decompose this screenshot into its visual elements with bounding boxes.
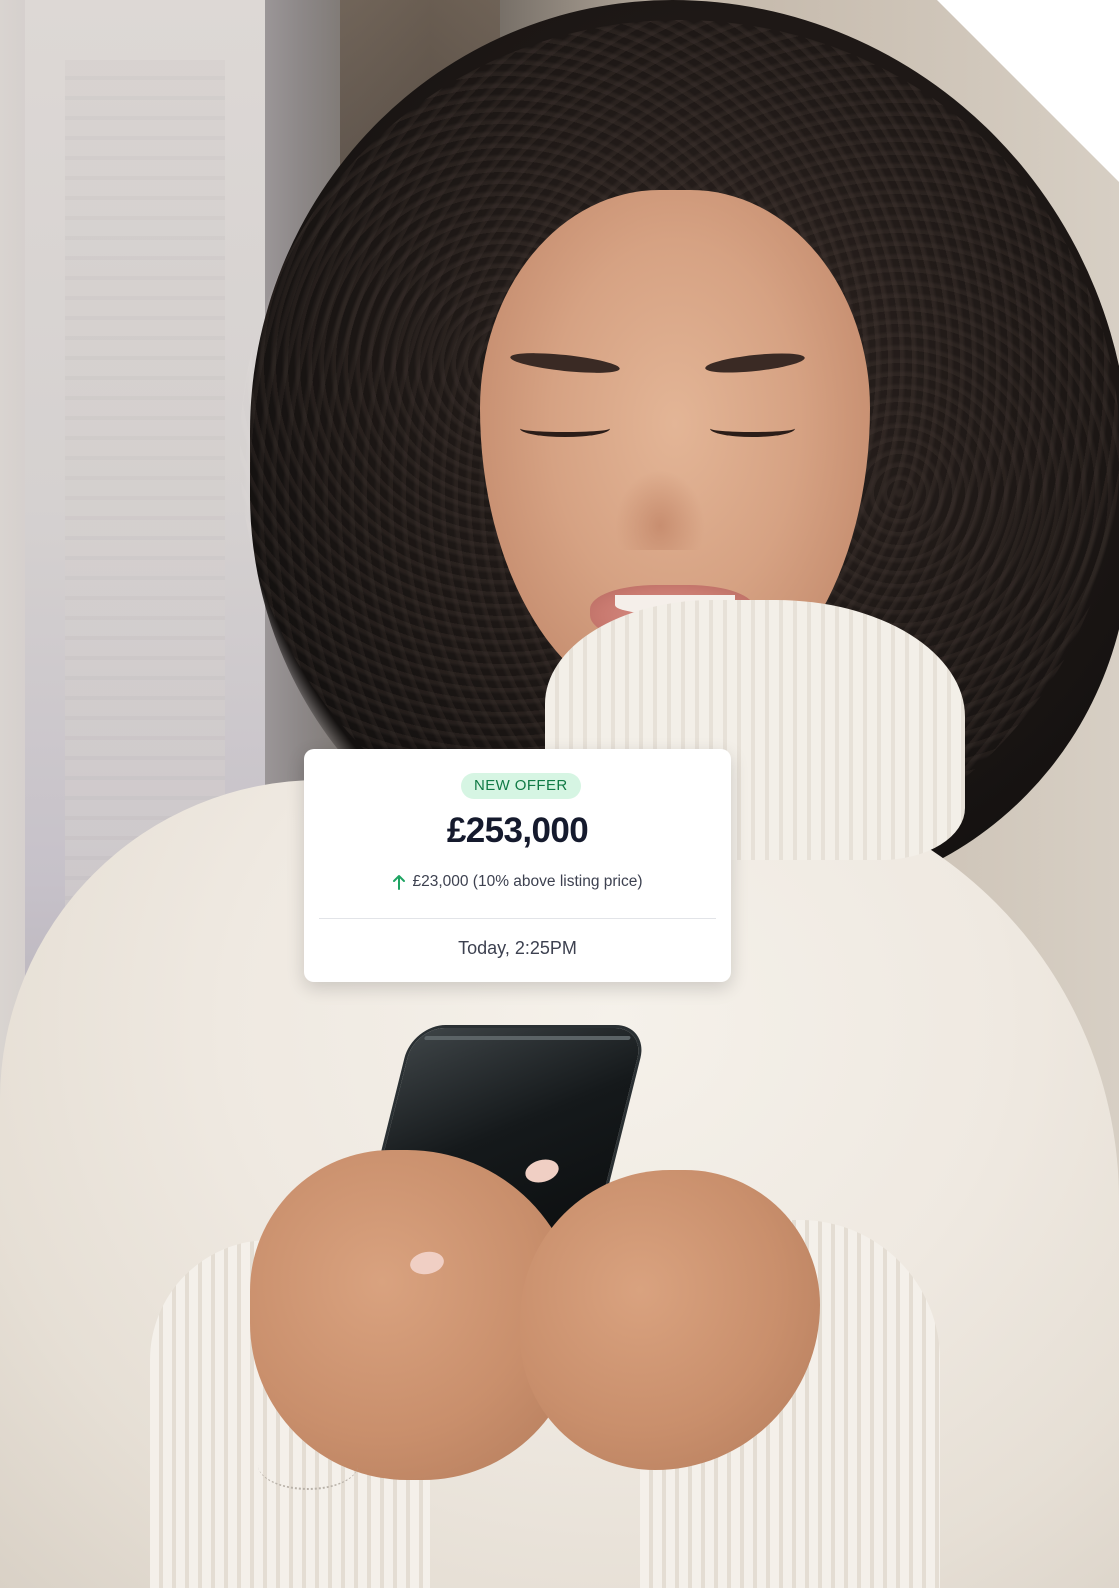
card-divider: [319, 918, 716, 919]
arrow-up-icon: [393, 875, 406, 890]
offer-amount: £253,000: [446, 811, 589, 850]
left-eye: [520, 420, 610, 437]
offer-delta-text: £23,000 (10% above listing price): [412, 873, 643, 890]
offer-card: NEW OFFER £253,000 £23,000 (10% above li…: [304, 749, 731, 982]
offer-delta-row: £23,000 (10% above listing price): [304, 871, 731, 893]
new-offer-badge: NEW OFFER: [461, 773, 581, 799]
nose: [615, 470, 705, 550]
offer-timestamp: Today, 2:25PM: [458, 938, 577, 958]
right-eye: [710, 420, 795, 437]
bracelet: [258, 1440, 358, 1490]
